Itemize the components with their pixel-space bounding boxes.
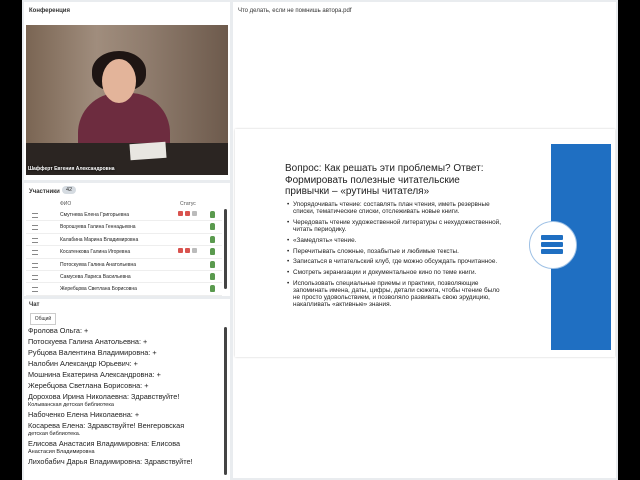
pdf-viewer: Что делать, если не помнишь автора.pdf В… xyxy=(233,2,616,478)
drag-handle-icon xyxy=(32,250,38,256)
slide-bullet: Смотреть экранизации и документальное ки… xyxy=(287,269,507,276)
chat-messages: Фролова Ольга: + Потоскуева Галина Анатол… xyxy=(28,325,218,477)
camera-icon[interactable] xyxy=(185,211,190,216)
chat-message-text: Жеребцова Светлана Борисовна: + xyxy=(28,381,149,390)
participant-row[interactable]: Смутнева Елена Григорьевна xyxy=(26,209,222,222)
slide-bullets: Упорядочивать чтение: составлять план чт… xyxy=(287,201,507,312)
camera-icon[interactable] xyxy=(185,248,190,254)
chat-tab-general[interactable]: Общий xyxy=(30,313,56,325)
participants-panel: Участники 42 ФИО Статус Смутнева Елена Г… xyxy=(24,183,230,296)
user-icon xyxy=(210,260,215,268)
pdf-title: Что делать, если не помнишь автора.pdf xyxy=(238,8,352,14)
chat-message: Фролова Ольга: + xyxy=(28,325,218,336)
user-icon xyxy=(210,248,215,256)
user-icon xyxy=(210,235,215,243)
participant-name: Косатенкова Галина Игоревна xyxy=(60,249,131,256)
participant-name: Самусева Лариса Васильевна xyxy=(60,273,131,280)
participant-row[interactable]: Самусева Лариса Васильевна xyxy=(26,271,222,284)
column-header-name: ФИО xyxy=(60,201,72,207)
chat-message: Мошнина Екатерина Александровна: + xyxy=(28,369,218,380)
chat-message-text: Налобин Александр Юрьевич: + xyxy=(28,359,138,368)
screen-icon[interactable] xyxy=(192,248,197,254)
screen-icon[interactable] xyxy=(192,211,197,216)
chat-message-text: Потоскуева Галина Анатольевна: + xyxy=(28,337,148,346)
status-icons xyxy=(178,248,199,255)
participant-row[interactable]: Ворошуева Галина Геннадьевна xyxy=(26,221,222,234)
user-icon xyxy=(210,285,215,293)
chat-message: Набоченко Елена Николаевна: + xyxy=(28,409,218,420)
participant-row[interactable]: Косатенкова Галина Игоревна xyxy=(26,246,222,259)
books-icon xyxy=(541,235,563,256)
slide-bullet: Записаться в читательский клуб, где можн… xyxy=(287,258,507,265)
status-icons xyxy=(178,211,199,218)
chat-message: Рубцова Валентина Владимировна: + xyxy=(28,347,218,358)
chat-title: Чат xyxy=(29,302,40,308)
participant-row[interactable]: Потоскуева Галина Анатольевна xyxy=(26,259,222,271)
drag-handle-icon xyxy=(32,213,38,218)
chat-message-text: Дорохова Ирина Николаевна: Здравствуйте! xyxy=(28,392,180,401)
conference-title: Конференция xyxy=(29,8,70,14)
participant-name: Потоскуева Галина Анатольевна xyxy=(60,261,137,268)
participants-title: Участники xyxy=(29,189,60,195)
slide: Вопрос: Как решать эти проблемы? Ответ: … xyxy=(235,129,615,357)
chat-message-text: Мошнина Екатерина Александровна: + xyxy=(28,370,161,379)
drag-handle-icon xyxy=(32,274,38,280)
user-icon xyxy=(210,223,215,231)
chat-message: Жеребцова Светлана Борисовна: + xyxy=(28,380,218,391)
user-icon xyxy=(210,211,215,218)
column-header-status: Статус xyxy=(180,201,196,207)
video-feed[interactable]: Шафферт Евгения Александровна xyxy=(26,25,228,175)
participant-row[interactable]: Калабина Марина Владимировна xyxy=(26,234,222,247)
drag-handle-icon xyxy=(32,262,38,268)
slide-bullet: Чередовать чтение художественной литерат… xyxy=(287,219,507,233)
chat-message-text: Фролова Ольга: + xyxy=(28,326,89,335)
chat-message: Лихобабич Дарья Владимировна: Здравствуй… xyxy=(28,456,218,467)
chat-message-text: Косарева Елена: Здравствуйте! Венгеровск… xyxy=(28,421,185,430)
slide-bullet: Использовать специальные приемы и практи… xyxy=(287,280,507,309)
chat-message: Косарева Елена: Здравствуйте! Венгеровск… xyxy=(28,420,218,438)
chat-message-text: Рубцова Валентина Владимировна: + xyxy=(28,348,157,357)
chat-panel: Чат Общий Фролова Ольга: + Потоскуева Гал… xyxy=(24,299,230,480)
user-icon xyxy=(210,272,215,280)
chat-message-text: Набоченко Елена Николаевна: + xyxy=(28,410,140,419)
slide-bullet: «Замедлять» чтение. xyxy=(287,237,507,244)
participant-name: Смутнева Елена Григорьевна xyxy=(60,212,130,218)
mic-icon[interactable] xyxy=(178,211,183,216)
drag-handle-icon xyxy=(32,237,38,243)
slide-bullet: Упорядочивать чтение: составлять план чт… xyxy=(287,201,507,215)
drag-handle-icon xyxy=(32,225,38,231)
participants-scrollbar[interactable] xyxy=(224,209,227,289)
chat-scrollbar[interactable] xyxy=(224,327,227,475)
presenter-name: Шафферт Евгения Александровна xyxy=(28,166,115,172)
participant-name: Ворошуева Галина Геннадьевна xyxy=(60,224,136,231)
drag-handle-icon xyxy=(32,287,38,293)
participants-count-badge: 42 xyxy=(62,186,77,194)
slide-bullet: Перечитывать сложные, позабытые и любимы… xyxy=(287,248,507,255)
chat-message: Потоскуева Галина Анатольевна: + xyxy=(28,336,218,347)
chat-message-continuation: Анастасия Владимировна xyxy=(28,449,95,455)
slide-question: Вопрос: Как решать эти проблемы? Ответ: … xyxy=(285,163,484,197)
chat-message-continuation: Колыванская детская библиотека xyxy=(28,402,114,408)
conference-panel: Конференция Шафферт Евгения Александровн… xyxy=(24,2,230,180)
chat-message: Дорохова Ирина Николаевна: Здравствуйте!… xyxy=(28,391,218,409)
chat-message: Елисова Анастасия Владимировна: Елисова А… xyxy=(28,438,218,456)
participant-row[interactable]: Жеребцова Светлана Борисовна xyxy=(26,283,222,296)
mic-icon[interactable] xyxy=(178,248,183,254)
participant-name: Калабина Марина Владимировна xyxy=(60,236,139,243)
chat-message-text: Лихобабич Дарья Владимировна: Здравствуй… xyxy=(28,457,193,466)
app-window: Конференция Шафферт Евгения Александровн… xyxy=(22,0,618,480)
chat-message-continuation: детская библиотека. xyxy=(28,431,81,437)
chat-message-text: Елисова Анастасия Владимировна: Елисова xyxy=(28,439,181,448)
participant-name: Жеребцова Светлана Борисовна xyxy=(60,286,137,293)
participants-list: Смутнева Елена Григорьевна Ворошуева Гали… xyxy=(26,209,222,296)
chat-message: Налобин Александр Юрьевич: + xyxy=(28,358,218,369)
